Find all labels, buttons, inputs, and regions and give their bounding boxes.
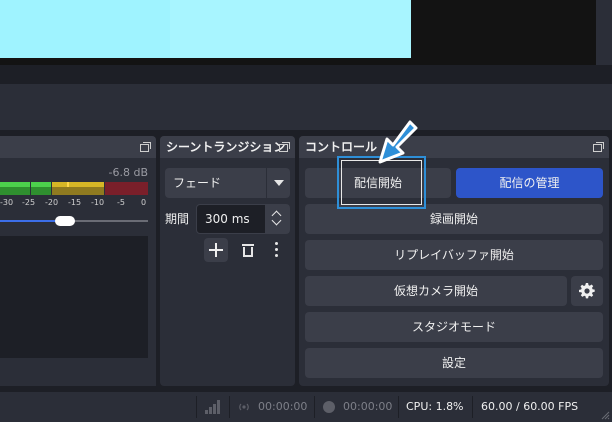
controls-title: コントロール <box>305 140 378 154</box>
volume-track-fill <box>0 220 62 222</box>
virtual-camera-settings-button[interactable] <box>571 276 603 306</box>
fps-display: 60.00 / 60.00 FPS <box>481 400 579 413</box>
start-replay-buffer-label: リプレイバッファ開始 <box>394 248 514 262</box>
audio-mixer-footer <box>0 358 156 386</box>
start-replay-buffer-button[interactable]: リプレイバッファ開始 <box>305 240 603 270</box>
manage-stream-label: 配信の管理 <box>499 176 560 190</box>
duration-label: 期間 <box>165 212 190 226</box>
status-separator <box>229 396 230 418</box>
trash-icon <box>242 244 254 246</box>
audio-mixer-dock: -6.8 dB -30 -25 -20 -15 -10 -5 0 <box>0 136 156 386</box>
meter-green-active-2 <box>31 182 51 187</box>
preview-scrollbar[interactable] <box>596 0 612 65</box>
studio-mode-label: スタジオモード <box>411 320 496 334</box>
meter-tick: -30 <box>0 198 14 207</box>
preview-canvas[interactable] <box>0 0 596 65</box>
audio-db-value: -6.8 dB <box>108 166 149 179</box>
volume-slider[interactable] <box>0 214 148 228</box>
scene-transitions-dock: シーントランジション フェード 期間 300 ms <box>160 136 295 386</box>
status-bar: 00:00:00 00:00:00 CPU: 1.8% 60.00 / 60.0… <box>0 392 612 422</box>
add-transition-button[interactable] <box>204 238 228 262</box>
transition-select[interactable]: フェード <box>165 168 290 198</box>
scene-transitions-header: シーントランジション <box>160 136 295 158</box>
broadcast-icon <box>239 403 249 411</box>
status-separator <box>472 396 473 418</box>
trash-icon-body <box>243 247 253 257</box>
settings-button[interactable]: 設定 <box>305 348 603 378</box>
audio-level-meter <box>0 182 148 195</box>
preview-source-part <box>170 0 411 58</box>
audio-mixer-header <box>0 136 156 158</box>
duration-input[interactable]: 300 ms <box>196 204 290 234</box>
start-recording-label: 録画開始 <box>429 212 478 226</box>
meter-tick: -25 <box>22 198 36 207</box>
status-separator <box>196 396 197 418</box>
signal-strength-icon <box>205 400 221 414</box>
settings-label: 設定 <box>441 356 466 370</box>
meter-tick: -10 <box>91 198 105 207</box>
preview-area <box>0 0 612 70</box>
status-separator <box>314 396 315 418</box>
kebab-menu-icon-dot <box>275 254 278 257</box>
chevron-down-icon[interactable] <box>271 215 282 226</box>
studio-mode-button[interactable]: スタジオモード <box>305 312 603 342</box>
meter-tick: -20 <box>45 198 59 207</box>
resize-grip-icon[interactable] <box>600 410 610 420</box>
audio-mixer-list <box>0 236 148 358</box>
kebab-menu-icon-dot <box>275 248 278 251</box>
meter-tick: 0 <box>141 198 147 207</box>
record-dot-icon <box>323 401 335 413</box>
remove-transition-button[interactable] <box>238 240 258 260</box>
duration-value: 300 ms <box>205 212 250 226</box>
chevron-down-icon[interactable] <box>266 168 290 198</box>
meter-green-active <box>0 182 30 187</box>
meter-peak <box>67 182 69 187</box>
record-time: 00:00:00 <box>343 400 393 413</box>
volume-slider-handle[interactable] <box>55 216 75 226</box>
stream-time: 00:00:00 <box>258 400 308 413</box>
meter-tick: -15 <box>68 198 82 207</box>
meter-yellow-active <box>52 182 104 187</box>
controls-header: コントロール <box>299 136 609 158</box>
meter-ticks: -30 -25 -20 -15 -10 -5 0 <box>0 198 148 210</box>
duration-stepper[interactable] <box>265 205 289 233</box>
scene-transitions-title: シーントランジション <box>166 140 286 154</box>
meter-tick: -5 <box>117 198 125 207</box>
start-virtual-camera-button[interactable]: 仮想カメラ開始 <box>305 276 567 306</box>
transition-properties-button[interactable] <box>272 240 282 260</box>
arrow-pointer-icon <box>378 120 418 164</box>
start-virtual-camera-label: 仮想カメラ開始 <box>393 284 478 298</box>
manage-stream-button[interactable]: 配信の管理 <box>456 168 603 198</box>
cpu-usage: CPU: 1.8% <box>406 400 464 413</box>
status-separator <box>398 396 399 418</box>
float-icon[interactable] <box>593 142 604 152</box>
kebab-menu-icon <box>275 242 278 245</box>
meter-red <box>105 182 148 195</box>
transition-selected-value: フェード <box>173 176 222 190</box>
float-icon[interactable] <box>279 142 290 152</box>
preview-source[interactable] <box>0 0 411 58</box>
float-icon[interactable] <box>140 142 151 152</box>
gear-icon <box>579 283 595 299</box>
toolbar-strip <box>0 84 612 130</box>
